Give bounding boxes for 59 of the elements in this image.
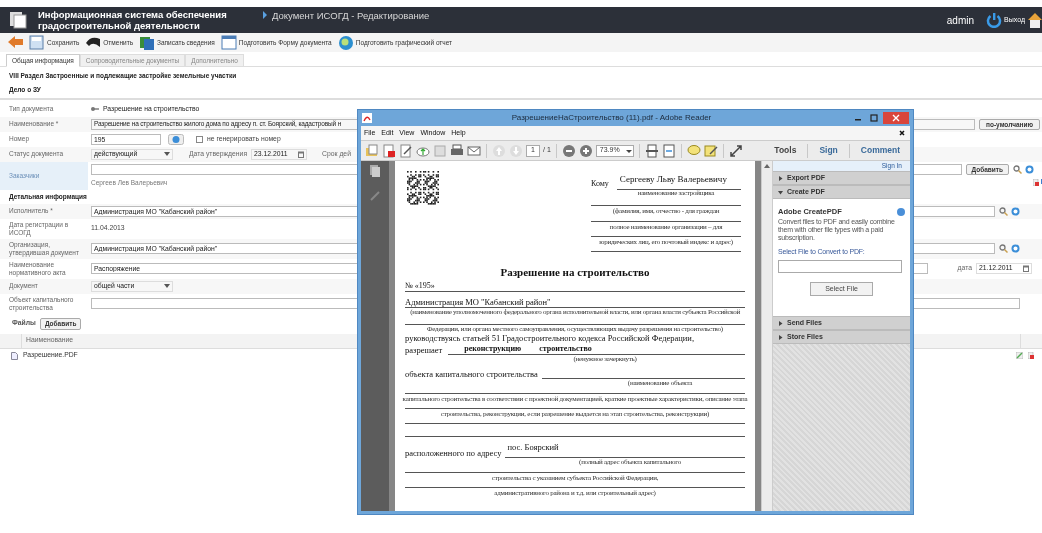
power-icon bbox=[986, 12, 1003, 28]
user-name: admin bbox=[946, 13, 975, 28]
permit-number: № «195» bbox=[405, 281, 435, 291]
recipient-name: Сергееву Льву Валерьевичу bbox=[618, 174, 727, 184]
fit-page-icon[interactable] bbox=[644, 143, 659, 158]
arrow-left-icon[interactable] bbox=[8, 34, 24, 51]
panel-tab[interactable]: Sign bbox=[813, 144, 844, 157]
highlight-icon[interactable] bbox=[703, 143, 718, 158]
home-icon bbox=[1028, 12, 1042, 28]
address-value: пос. Боярский bbox=[506, 442, 559, 452]
issuer-name: Администрация МО "Кабанский район" bbox=[405, 297, 551, 307]
delete-file-icon[interactable] bbox=[1033, 179, 1039, 186]
search-icon[interactable] bbox=[999, 244, 1008, 253]
window-title: РазрешениеНаСтроительство (11).pdf - Adobe Reader bbox=[510, 112, 713, 124]
caret-down-icon bbox=[778, 189, 783, 195]
edit-icon[interactable] bbox=[1016, 352, 1023, 359]
comment-icon[interactable] bbox=[686, 143, 701, 158]
search-icon[interactable] bbox=[999, 206, 1008, 216]
qr-code-icon bbox=[407, 171, 441, 205]
pages-icon[interactable] bbox=[370, 165, 380, 177]
chevron-icon bbox=[262, 11, 268, 19]
printer-icon[interactable] bbox=[450, 143, 464, 158]
object-label: объекта капитального строительства bbox=[405, 369, 538, 379]
app-title: Информационная система обеспечения градостроительной деятельности bbox=[38, 9, 228, 31]
recipient-label: Кому bbox=[591, 178, 609, 190]
permit-option: строительство bbox=[539, 344, 592, 354]
calendar-icon bbox=[298, 150, 305, 158]
edit-page-icon[interactable] bbox=[399, 143, 413, 158]
checkbox[interactable] bbox=[196, 135, 203, 143]
zoom-out-icon[interactable] bbox=[561, 143, 576, 158]
caret-icon bbox=[164, 284, 170, 288]
zoom-in-icon[interactable] bbox=[578, 143, 593, 158]
permit-option: реконструкцию bbox=[464, 344, 522, 354]
panel-tab[interactable]: Comment bbox=[854, 144, 906, 157]
caret-right-icon bbox=[778, 175, 783, 181]
delete-file-icon[interactable] bbox=[1028, 352, 1034, 359]
mail-icon[interactable] bbox=[467, 143, 481, 158]
key-icon bbox=[91, 106, 99, 112]
documents-icon bbox=[8, 10, 28, 30]
search-icon[interactable] bbox=[1013, 164, 1022, 174]
panel-tab[interactable]: Tools bbox=[768, 144, 803, 157]
squares-icon bbox=[139, 34, 155, 51]
caret-right-icon bbox=[778, 320, 783, 326]
caret-right-icon bbox=[778, 334, 783, 340]
scroll-up-icon[interactable] bbox=[764, 164, 770, 168]
close-icon[interactable] bbox=[899, 130, 905, 136]
folder-icon[interactable] bbox=[365, 143, 379, 158]
calendar-icon bbox=[1023, 265, 1029, 272]
maximize-icon[interactable] bbox=[867, 113, 881, 123]
document-heading: Разрешение на строительство bbox=[499, 266, 651, 279]
permits-label: разрешает bbox=[405, 345, 443, 355]
caret-icon bbox=[164, 152, 170, 156]
expand-icon[interactable] bbox=[728, 143, 743, 158]
breadcrumb: Документ ИСОГД - Редактирование bbox=[272, 9, 430, 23]
pdf-file-icon[interactable] bbox=[382, 143, 396, 158]
file-icon bbox=[11, 351, 18, 360]
address-label: расположенного по адресу bbox=[405, 448, 502, 458]
basis-text: руководствуясь статьей 51 Градостроительного кодекса Российской Федерации, bbox=[405, 333, 696, 344]
input-field[interactable] bbox=[778, 259, 902, 273]
